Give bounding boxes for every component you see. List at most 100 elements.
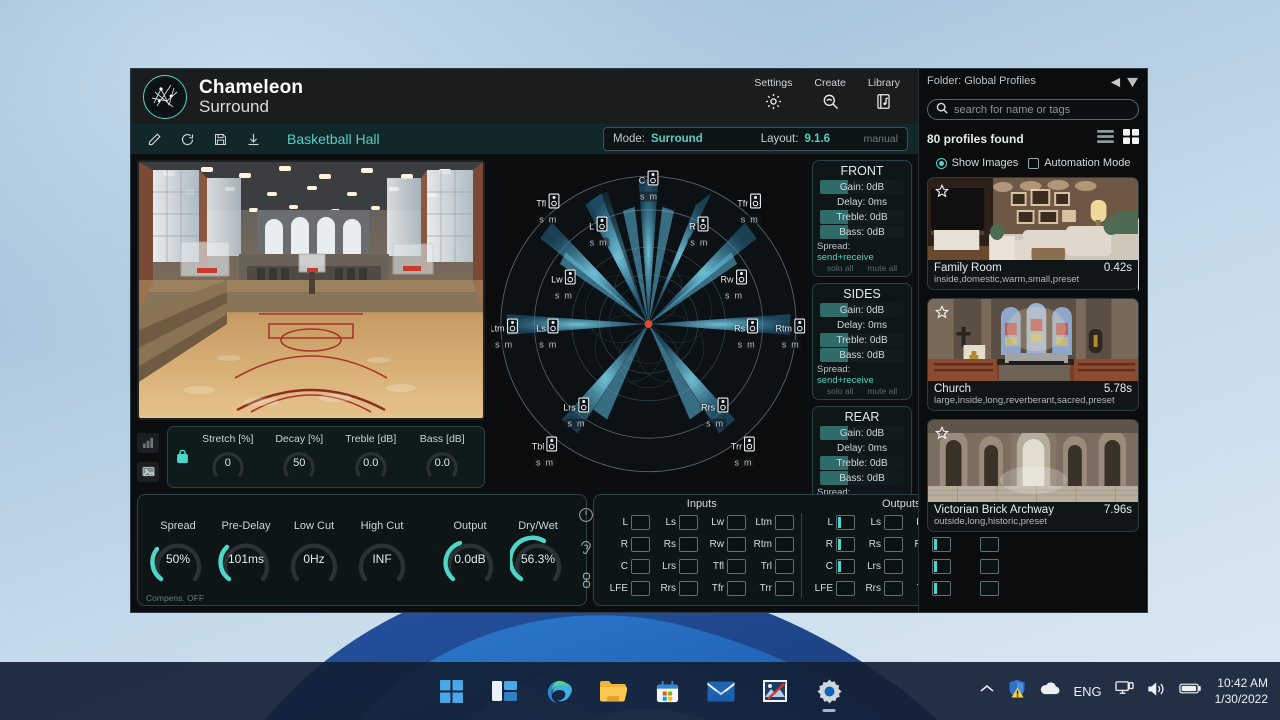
speaker-solo-mute[interactable]: sm: [533, 457, 557, 468]
speaker-layout-radar[interactable]: Tfl s m Cs m Tfr s m Ls m Rs m Lw s m Rw s m Ltm s m Ls s m Rs s m…: [491, 160, 806, 488]
input-channel-toggle-lrs[interactable]: [679, 558, 698, 574]
speaker-solo-mute[interactable]: sm: [492, 339, 516, 350]
grid-view-icon[interactable]: [1123, 129, 1139, 149]
speaker-solo-mute[interactable]: sm: [703, 418, 727, 429]
automation-mode-checkbox[interactable]: [1028, 157, 1040, 169]
knob-low-cut[interactable]: Low Cut 0Hz: [280, 520, 348, 585]
input-channel-toggle-trr[interactable]: [775, 580, 794, 596]
knob-pre-delay[interactable]: Pre-Delay 101ms: [212, 520, 280, 585]
speaker-marker-l[interactable]: Lsm: [586, 216, 610, 248]
speaker-solo-button[interactable]: s: [568, 418, 573, 428]
speaker-solo-mute[interactable]: sm: [551, 290, 575, 301]
speaker-marker-rs[interactable]: Rs s m: [734, 318, 759, 350]
show-images-radio[interactable]: [935, 157, 947, 169]
speaker-mute-button[interactable]: m: [505, 339, 513, 349]
speaker-solo-mute[interactable]: sm: [586, 237, 610, 248]
zone-sides-bass[interactable]: Bass: 0dB: [819, 348, 905, 362]
speaker-solo-button[interactable]: s: [738, 339, 743, 349]
knob-spread[interactable]: Spread 50%: [144, 520, 212, 585]
speaker-solo-mute[interactable]: sm: [734, 339, 758, 350]
speaker-mute-button[interactable]: m: [599, 238, 607, 248]
speaker-mute-button[interactable]: m: [546, 457, 554, 467]
network-icon[interactable]: [1114, 680, 1134, 702]
zone-sides-solo-all[interactable]: solo all: [827, 386, 853, 396]
search-input[interactable]: [954, 103, 1130, 116]
input-channel-toggle-lw[interactable]: [727, 515, 746, 531]
speaker-solo-button[interactable]: s: [590, 238, 595, 248]
speaker-marker-trr[interactable]: Trr s m: [731, 436, 756, 468]
speaker-solo-button[interactable]: s: [741, 215, 746, 225]
profile-card[interactable]: Church 5.78s large,inside,long,reverbera…: [927, 298, 1139, 411]
manual-label[interactable]: manual: [864, 133, 898, 145]
speaker-mute-button[interactable]: m: [650, 192, 658, 202]
zone-front-delay[interactable]: Delay: 0ms: [820, 195, 905, 209]
mode-value[interactable]: Surround: [651, 133, 703, 145]
input-channel-toggle-trl[interactable]: [775, 558, 794, 574]
compensation-status[interactable]: Compens. OFF: [146, 593, 204, 603]
output-channel-toggle-ls[interactable]: [884, 515, 903, 531]
profile-image-preview[interactable]: [137, 160, 485, 420]
battery-icon[interactable]: [1178, 682, 1202, 700]
speaker-solo-mute[interactable]: sm: [722, 290, 746, 301]
speaker-marker-c[interactable]: Csm: [637, 170, 660, 202]
input-channel-toggle-tfr[interactable]: [727, 580, 746, 596]
image-icon[interactable]: [137, 461, 159, 482]
zone-front-solo-all[interactable]: solo all: [827, 263, 853, 273]
mail-button[interactable]: [706, 676, 736, 706]
browser-scrollbar[interactable]: [1138, 217, 1139, 292]
knob-treble[interactable]: Treble [dB] 0.0: [337, 433, 405, 480]
zone-front-treble[interactable]: Treble: 0dB: [819, 210, 905, 224]
knob-dry-wet[interactable]: Dry/Wet 56.3%: [504, 520, 572, 585]
speaker-solo-button[interactable]: s: [782, 339, 787, 349]
input-channel-toggle-rrs[interactable]: [679, 580, 698, 596]
speaker-solo-button[interactable]: s: [539, 339, 544, 349]
onedrive-cloud-icon[interactable]: [1039, 682, 1060, 700]
output-channel-toggle-l[interactable]: [836, 515, 855, 531]
photos-button[interactable]: [760, 676, 790, 706]
list-view-icon[interactable]: [1097, 130, 1114, 148]
speaker-solo-button[interactable]: s: [734, 457, 739, 467]
favorite-star-icon[interactable]: [934, 425, 950, 445]
chevron-up-icon[interactable]: [979, 682, 995, 700]
microsoft-store-button[interactable]: [652, 676, 682, 706]
speaker-solo-mute[interactable]: sm: [637, 191, 660, 202]
input-channel-toggle-rtm[interactable]: [775, 537, 794, 553]
output-channel-toggle-lfe[interactable]: [836, 580, 855, 596]
zone-front-spread[interactable]: Spread: send+receive: [817, 241, 907, 263]
speaker-solo-button[interactable]: s: [725, 290, 730, 300]
speaker-mute-button[interactable]: m: [700, 238, 708, 248]
zone-front-mute-all[interactable]: mute all: [867, 263, 897, 273]
input-channel-toggle-rs[interactable]: [679, 537, 698, 553]
speaker-marker-tfl[interactable]: Tfl s m: [536, 193, 560, 225]
speaker-mute-button[interactable]: m: [735, 290, 743, 300]
profile-card[interactable]: Victorian Brick Archway 7.96s outside,lo…: [927, 419, 1139, 532]
create-button[interactable]: Create: [814, 77, 846, 116]
input-channel-toggle-l[interactable]: [631, 515, 650, 531]
settings-button[interactable]: [814, 676, 844, 712]
speaker-mute-button[interactable]: m: [549, 339, 557, 349]
output-channel-toggle-lrs[interactable]: [884, 558, 903, 574]
zone-sides-mute-all[interactable]: mute all: [867, 386, 897, 396]
speaker-solo-button[interactable]: s: [536, 457, 541, 467]
speaker-solo-button[interactable]: s: [495, 339, 500, 349]
start-button[interactable]: [436, 676, 466, 706]
zone-rear-treble[interactable]: Treble: 0dB: [819, 456, 905, 470]
speaker-marker-tfr[interactable]: Tfr s m: [737, 193, 762, 225]
speaker-solo-mute[interactable]: sm: [778, 339, 802, 350]
speaker-marker-lw[interactable]: Lw s m: [551, 269, 576, 301]
speaker-marker-rw[interactable]: Rw s m: [721, 269, 747, 301]
output-channel-toggle-r[interactable]: [836, 537, 855, 553]
speaker-marker-r[interactable]: Rsm: [687, 216, 711, 248]
collapse-corner-icon[interactable]: [1126, 75, 1139, 93]
speaker-solo-button[interactable]: s: [640, 192, 645, 202]
zone-sides-gain[interactable]: Gain: 0dB: [819, 303, 905, 317]
speaker-marker-tbl[interactable]: Tbl s m: [532, 436, 558, 468]
input-channel-toggle-r[interactable]: [631, 537, 650, 553]
automation-mode-toggle[interactable]: Automation Mode: [1028, 157, 1130, 169]
speaker-mute-button[interactable]: m: [791, 339, 799, 349]
speaker-solo-mute[interactable]: sm: [536, 214, 560, 225]
input-channel-toggle-ls[interactable]: [679, 515, 698, 531]
edge-button[interactable]: [544, 676, 574, 706]
input-channel-toggle-lfe[interactable]: [631, 580, 650, 596]
speaker-solo-button[interactable]: s: [690, 238, 695, 248]
